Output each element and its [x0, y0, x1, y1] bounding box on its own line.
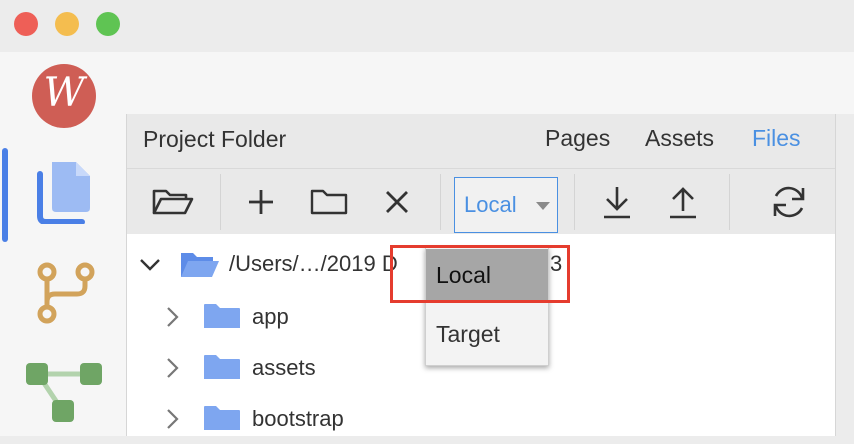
open-folder-icon — [152, 189, 194, 215]
logo-letter: W — [43, 70, 85, 116]
tree-root-path: /Users/…/2019 D — [229, 251, 398, 276]
toolbar-separator — [220, 174, 221, 230]
chevron-right-icon[interactable] — [166, 306, 180, 328]
download-icon — [604, 187, 630, 219]
chevron-right-icon[interactable] — [166, 408, 180, 430]
upload-button[interactable] — [663, 169, 703, 235]
open-folder-button[interactable] — [131, 169, 215, 235]
folder-icon — [204, 406, 240, 430]
top-strip — [126, 52, 854, 114]
app-logo: W — [32, 64, 96, 128]
toolbar-separator — [440, 174, 441, 230]
delete-button[interactable] — [379, 169, 415, 235]
panel-title: Project Folder — [143, 126, 287, 152]
open-folder-icon — [181, 253, 219, 277]
new-folder-button[interactable] — [307, 169, 351, 235]
panel-header: Project Folder Pages Assets Files — [127, 114, 835, 168]
upload-icon — [670, 187, 696, 219]
close-icon — [386, 191, 408, 213]
folder-icon — [204, 304, 240, 328]
branch-icon[interactable] — [36, 262, 96, 326]
chevron-down-icon — [536, 202, 550, 210]
folder-icon — [204, 355, 240, 379]
tree-item-label: bootstrap — [252, 406, 344, 431]
plus-icon — [249, 190, 273, 214]
location-select-value: Local — [464, 192, 517, 217]
new-folder-icon — [310, 189, 348, 215]
tab-files[interactable]: Files — [752, 125, 801, 152]
chevron-down-icon[interactable] — [139, 258, 161, 272]
pages-icon[interactable] — [36, 160, 96, 225]
dropdown-option-label: Target — [436, 321, 500, 347]
tree-item-label: assets — [252, 355, 316, 380]
tab-pages[interactable]: Pages — [545, 125, 610, 152]
active-nav-indicator — [2, 148, 8, 242]
title-bar — [0, 0, 854, 52]
close-window-button[interactable] — [14, 12, 38, 36]
toolbar-separator — [574, 174, 575, 230]
chevron-right-icon[interactable] — [166, 357, 180, 379]
dropdown-option-target[interactable]: Target — [426, 308, 548, 362]
sync-button[interactable] — [767, 169, 811, 235]
maximize-window-button[interactable] — [96, 12, 120, 36]
minimize-window-button[interactable] — [55, 12, 79, 36]
tree-item-label: app — [252, 304, 289, 329]
download-button[interactable] — [597, 169, 637, 235]
tree-row-bootstrap[interactable]: bootstrap — [127, 394, 835, 444]
tab-assets[interactable]: Assets — [645, 125, 714, 152]
files-toolbar: Local — [127, 168, 835, 235]
sync-icon — [773, 186, 805, 218]
toolbar-separator — [729, 174, 730, 230]
tree-icon[interactable] — [24, 362, 104, 436]
location-select[interactable]: Local — [454, 177, 558, 233]
annotation-highlight-box — [390, 245, 570, 303]
add-button[interactable] — [241, 169, 281, 235]
